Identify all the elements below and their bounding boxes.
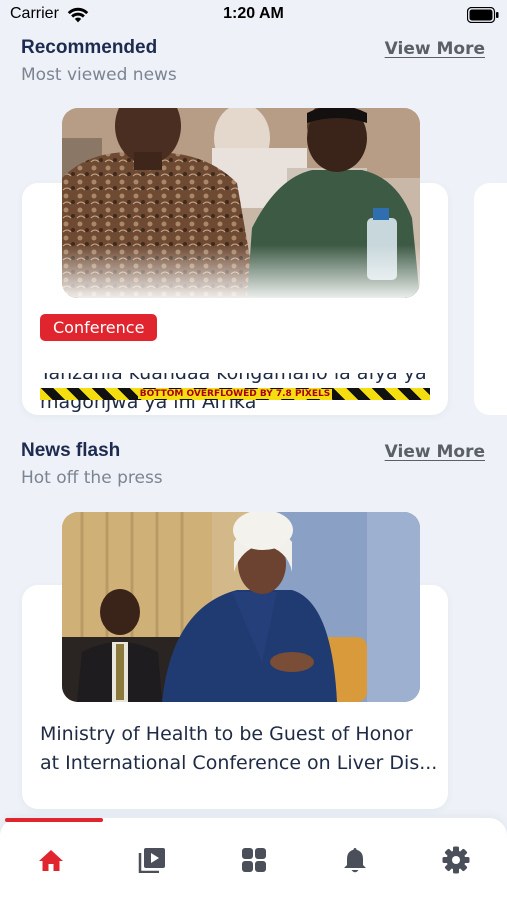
status-bar: Carrier 1:20 AM xyxy=(0,0,507,32)
active-tab-indicator xyxy=(5,818,103,822)
article-category-tag[interactable]: Conference xyxy=(40,314,158,341)
nav-home-tab[interactable] xyxy=(34,843,68,877)
news-flash-view-more-link[interactable]: View More xyxy=(385,442,485,462)
video-library-icon xyxy=(138,848,165,873)
recommended-article-image[interactable] xyxy=(62,108,420,298)
recommended-heading: Recommended xyxy=(21,37,158,58)
news-flash-article-title-line-1[interactable]: Ministry of Health to be Guest of Honor xyxy=(40,720,440,749)
nav-videos-tab[interactable] xyxy=(135,843,169,877)
speaker-photo xyxy=(62,512,420,702)
news-flash-subtitle: Hot off the press xyxy=(21,468,163,488)
clock-time: 1:20 AM xyxy=(223,5,284,22)
overflow-warning-text: BOTTOM OVERFLOWED BY 7.8 PIXELS xyxy=(137,389,333,399)
nav-settings-tab[interactable] xyxy=(439,843,473,877)
settings-gear-icon xyxy=(442,846,470,874)
news-flash-article-image[interactable] xyxy=(62,512,420,702)
recommended-view-more-link[interactable]: View More xyxy=(385,39,485,59)
nav-categories-tab[interactable] xyxy=(237,843,271,877)
next-article-card-peek[interactable] xyxy=(474,183,507,415)
conference-photo xyxy=(62,108,420,298)
home-icon xyxy=(39,850,63,871)
overflow-warning-label: BOTTOM OVERFLOWED BY 7.8 PIXELS xyxy=(40,388,430,400)
news-flash-article-title-line-2[interactable]: at International Conference on Liver Dis… xyxy=(40,749,440,778)
grid-icon xyxy=(242,848,266,872)
notification-bell-icon xyxy=(344,848,366,873)
nav-notifications-tab[interactable] xyxy=(338,843,372,877)
news-flash-heading: News flash xyxy=(21,440,121,461)
battery-icon xyxy=(467,7,499,23)
recommended-subtitle: Most viewed news xyxy=(21,65,177,85)
